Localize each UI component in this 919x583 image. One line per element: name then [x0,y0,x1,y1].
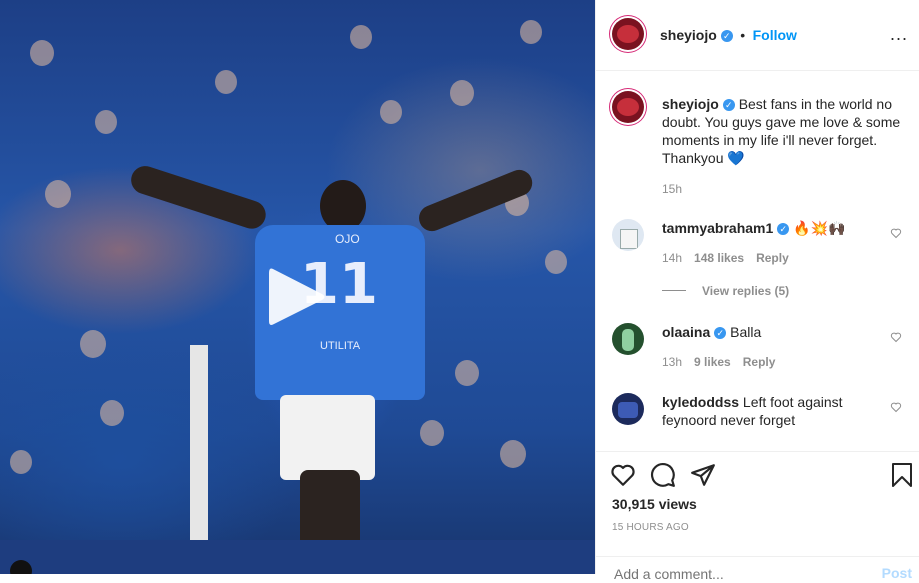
follow-button[interactable]: Follow [753,27,797,43]
replies-line [662,290,686,291]
comment-meta: 14h 148 likes Reply [662,251,789,265]
crowd-face [80,330,106,358]
avatar-image [622,329,634,351]
post-button[interactable]: Post [882,565,912,581]
comment-meta: 13h 9 likes Reply [662,355,775,369]
comment-likes[interactable]: 148 likes [694,251,744,265]
comment-like-icon[interactable] [890,331,902,343]
comment-time: 14h [662,251,683,265]
crowd-face [215,70,237,94]
comment-time: 13h [662,355,683,369]
comment-like-icon[interactable] [890,227,902,239]
avatar[interactable] [612,323,644,355]
verified-icon: ✓ [714,327,727,340]
caption-time: 15h [662,182,683,196]
post-header: sheyiojo ✓ • Follow ... [596,0,919,71]
reply-button[interactable]: Reply [756,251,789,265]
crowd-face [455,360,479,386]
caption-username[interactable]: sheyiojo [662,96,719,112]
avatar[interactable] [612,18,644,50]
avatar-image [620,229,638,249]
more-options-icon[interactable]: ... [890,24,908,45]
share-icon[interactable] [690,462,716,488]
comment-like-icon[interactable] [890,401,902,413]
avatar[interactable] [612,393,644,425]
avatar[interactable] [612,219,644,251]
crowd-face [10,450,32,474]
verified-icon: ✓ [777,223,790,236]
header-user: sheyiojo ✓ • Follow [660,27,797,45]
crowd-face [520,20,542,44]
player-shorts [280,395,375,480]
crowd-face [100,400,124,426]
player-arm [127,162,270,233]
comments-list: sheyiojo ✓ Best fans in the world no doub… [596,71,919,451]
play-icon[interactable] [265,263,327,331]
crowd-face [380,100,402,124]
comment-text: 🔥💥🙌🏿 [793,220,846,236]
avatar[interactable] [612,91,644,123]
comment-text: Balla [730,324,762,340]
crowd-face [545,250,567,274]
avatar-image [617,98,639,116]
like-icon[interactable] [610,462,636,488]
crowd-face [45,180,71,208]
crowd-face [350,25,372,49]
shirt-sponsor: UTILITA [320,340,361,352]
view-replies-button[interactable]: View replies (5) [702,284,789,298]
header-separator: • [740,27,746,43]
comment-text-block: olaaina ✓ Balla [662,323,761,341]
post-timestamp[interactable]: 15 HOURS AGO [612,522,689,533]
caption-text-block: sheyiojo ✓ Best fans in the world no doub… [662,95,902,167]
avatar-image [618,402,638,418]
comment-likes[interactable]: 9 likes [694,355,731,369]
reply-button[interactable]: Reply [743,355,776,369]
header-username[interactable]: sheyiojo [660,27,717,43]
avatar-image [617,25,639,43]
crowd-face [450,80,474,106]
crowd-face [95,110,117,134]
comment-username[interactable]: tammyabraham1 [662,220,773,236]
shirt-name: OJO [335,232,360,246]
crowd-face [30,40,54,66]
verified-icon: ✓ [720,29,733,42]
crowd-face [420,420,444,446]
comment-text-block: tammyabraham1 ✓ 🔥💥🙌🏿 [662,219,845,237]
comment-username[interactable]: kyledoddss [662,394,739,410]
crowd-face [500,440,526,468]
post-actions: 30,915 views 15 HOURS AGO Post [596,451,919,583]
verified-icon: ✓ [722,99,735,112]
save-icon[interactable] [890,462,914,488]
stadium-banner [0,540,595,574]
view-count[interactable]: 30,915 views [612,496,697,512]
comment-input[interactable] [612,565,856,583]
comment-username[interactable]: olaaina [662,324,710,340]
comment-icon[interactable] [650,462,676,488]
comment-text-block: kyledoddss Left foot against feynoord ne… [662,393,882,429]
post-sidebar: sheyiojo ✓ • Follow ... sheyiojo ✓ Best fa… [595,0,919,583]
post-video[interactable]: OJO 11 UTILITA [0,0,595,574]
